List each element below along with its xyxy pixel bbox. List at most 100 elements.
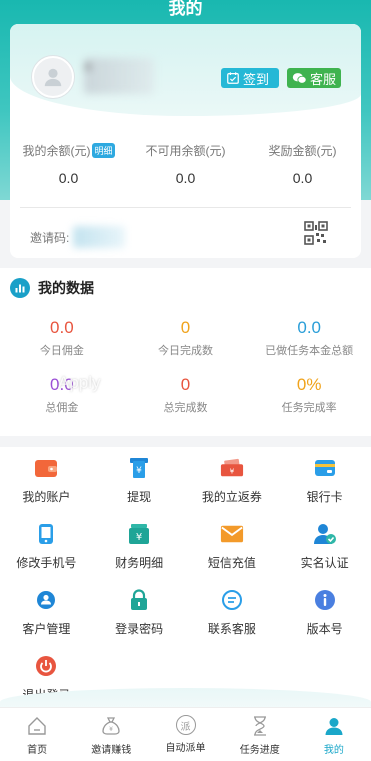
verify-icon: [313, 523, 337, 545]
stat-completion-rate: 0% 任务完成率: [247, 375, 371, 415]
tab-mine[interactable]: 我的: [297, 708, 371, 761]
menu-label: 我的立返券: [201, 490, 262, 504]
stat-label: 已做任务本金总额: [265, 345, 354, 357]
tab-auto-dispatch[interactable]: 派 自动派单: [148, 708, 222, 761]
qr-code-icon[interactable]: [304, 221, 328, 245]
svg-text:¥: ¥: [136, 532, 142, 543]
tab-task-progress[interactable]: 任务进度: [223, 708, 297, 761]
divider: [20, 207, 351, 208]
balance-unavailable: 不可用余额(元) 0.0: [127, 142, 244, 186]
home-icon: [26, 715, 48, 737]
menu-coupons[interactable]: ¥ 我的立返券: [186, 457, 279, 505]
username: a: [84, 58, 154, 94]
menu-grid: 我的账户 ¥ 提现 ¥ 我的立返券 银行卡 修改手机号 ¥ 财务明细 短信充值 …: [0, 457, 371, 703]
avatar[interactable]: [32, 56, 74, 98]
user-icon: [323, 715, 345, 737]
stat-label: 任务完成率: [281, 402, 337, 414]
menu-real-name-verify[interactable]: 实名认证: [278, 523, 371, 571]
tab-label: 首页: [27, 745, 48, 756]
customer-icon: [34, 589, 58, 611]
wechat-icon: [292, 72, 307, 84]
detail-tag[interactable]: 明细: [92, 143, 115, 158]
stat-value: 0.0: [297, 318, 321, 337]
menu-label: 登录密码: [115, 622, 164, 636]
stat-value: 0%: [296, 375, 322, 394]
menu-label: 修改手机号: [16, 556, 77, 570]
menu-label: 客户管理: [22, 622, 71, 636]
menu-sms-recharge[interactable]: 短信充值: [186, 523, 279, 571]
power-icon: [34, 655, 58, 677]
wallet-icon: [34, 457, 58, 479]
sign-in-button[interactable]: 签到: [221, 68, 279, 88]
menu-label: 我的账户: [22, 490, 71, 504]
menu-bank-card[interactable]: 银行卡: [278, 457, 371, 505]
tab-label: 任务进度: [239, 745, 280, 756]
sign-in-label: 签到: [243, 71, 270, 87]
balance-label: 奖励金额(元): [268, 144, 337, 158]
menu-finance-detail[interactable]: ¥ 财务明细: [93, 523, 186, 571]
user-avatar-icon: [44, 68, 62, 87]
balance-label: 不可用余额(元): [145, 144, 226, 158]
svg-text:¥: ¥: [136, 466, 142, 476]
invite-code-row: 邀请码:: [30, 226, 126, 248]
finance-icon: ¥: [127, 523, 151, 545]
menu-label: 短信充值: [207, 556, 256, 570]
stat-value: 0: [180, 318, 191, 337]
stat-value: 0: [180, 375, 191, 394]
tab-label: 我的: [323, 745, 344, 756]
tab-home[interactable]: 首页: [0, 708, 74, 761]
tab-label: 邀请赚钱: [91, 745, 132, 756]
stat-label: 总完成数: [163, 402, 208, 414]
stat-principal-total: 0.0 已做任务本金总额: [247, 318, 371, 358]
menu-label: 实名认证: [300, 556, 349, 570]
menu-version[interactable]: 版本号: [278, 589, 371, 637]
apply-watermark: Apply: [58, 373, 101, 392]
withdraw-icon: ¥: [127, 457, 151, 479]
tab-label: 自动派单: [165, 743, 206, 754]
customer-service-button[interactable]: 客服: [287, 68, 341, 88]
menu-label: 财务明细: [115, 556, 164, 570]
lock-icon: [127, 589, 151, 611]
dispatch-icon: 派: [175, 715, 196, 735]
menu-contact-service[interactable]: 联系客服: [186, 589, 279, 637]
balance-row: 我的余额(元) 明细 0.0 不可用余额(元) 0.0 奖励金额(元) 0.0: [10, 142, 361, 186]
stat-label: 今日佣金: [39, 345, 84, 357]
balance-value: 0.0: [292, 170, 313, 186]
stat-label: 总佣金: [45, 402, 79, 414]
tab-invite-earn[interactable]: ¥ 邀请赚钱: [74, 708, 148, 761]
svg-text:¥: ¥: [109, 726, 113, 733]
my-data-section: 我的数据 0.0 今日佣金 0 今日完成数 0.0 已做任务本金总额 0.0 总佣金 Ap…: [0, 268, 371, 436]
page-title: 我的: [168, 0, 203, 18]
menu-login-password[interactable]: 登录密码: [93, 589, 186, 637]
phone-icon: [34, 523, 58, 545]
menu-withdraw[interactable]: ¥ 提现: [93, 457, 186, 505]
bank-card-icon: [313, 457, 337, 479]
invite-code-value: [73, 226, 126, 248]
stat-today-commission: 0.0 今日佣金: [0, 318, 124, 358]
stat-today-completed: 0 今日完成数: [124, 318, 248, 358]
stat-total-commission: 0.0 总佣金 Apply: [0, 373, 124, 415]
bottom-tab-bar: 首页 ¥ 邀请赚钱 派 自动派单 任务进度 我的: [0, 707, 371, 761]
balance-reward: 奖励金额(元) 0.0: [244, 142, 361, 186]
money-bag-icon: ¥: [100, 715, 122, 737]
balance-value: 0.0: [58, 170, 79, 186]
stat-total-completed: 0 总完成数: [124, 375, 248, 415]
sms-icon: [220, 523, 244, 545]
invite-label: 邀请码:: [30, 230, 70, 245]
balance-mine: 我的余额(元) 明细 0.0: [10, 142, 127, 186]
calendar-icon: [227, 72, 239, 84]
svg-text:¥: ¥: [230, 467, 235, 476]
service-label: 客服: [310, 71, 337, 87]
menu-my-account[interactable]: 我的账户: [0, 457, 93, 505]
balance-label: 我的余额(元): [22, 144, 91, 158]
coupon-icon: ¥: [220, 457, 244, 479]
stat-value: 0.0: [50, 318, 74, 337]
stats-row-total: 0.0 总佣金 Apply 0 总完成数 0% 任务完成率: [0, 373, 371, 415]
menu-label: 提现: [127, 490, 152, 504]
menu-customer-management[interactable]: 客户管理: [0, 589, 93, 637]
my-data-header: 我的数据: [10, 278, 94, 298]
menu-change-phone[interactable]: 修改手机号: [0, 523, 93, 571]
bar-chart-icon: [10, 278, 30, 298]
stat-label: 今日完成数: [158, 345, 213, 357]
my-data-title: 我的数据: [38, 280, 94, 296]
